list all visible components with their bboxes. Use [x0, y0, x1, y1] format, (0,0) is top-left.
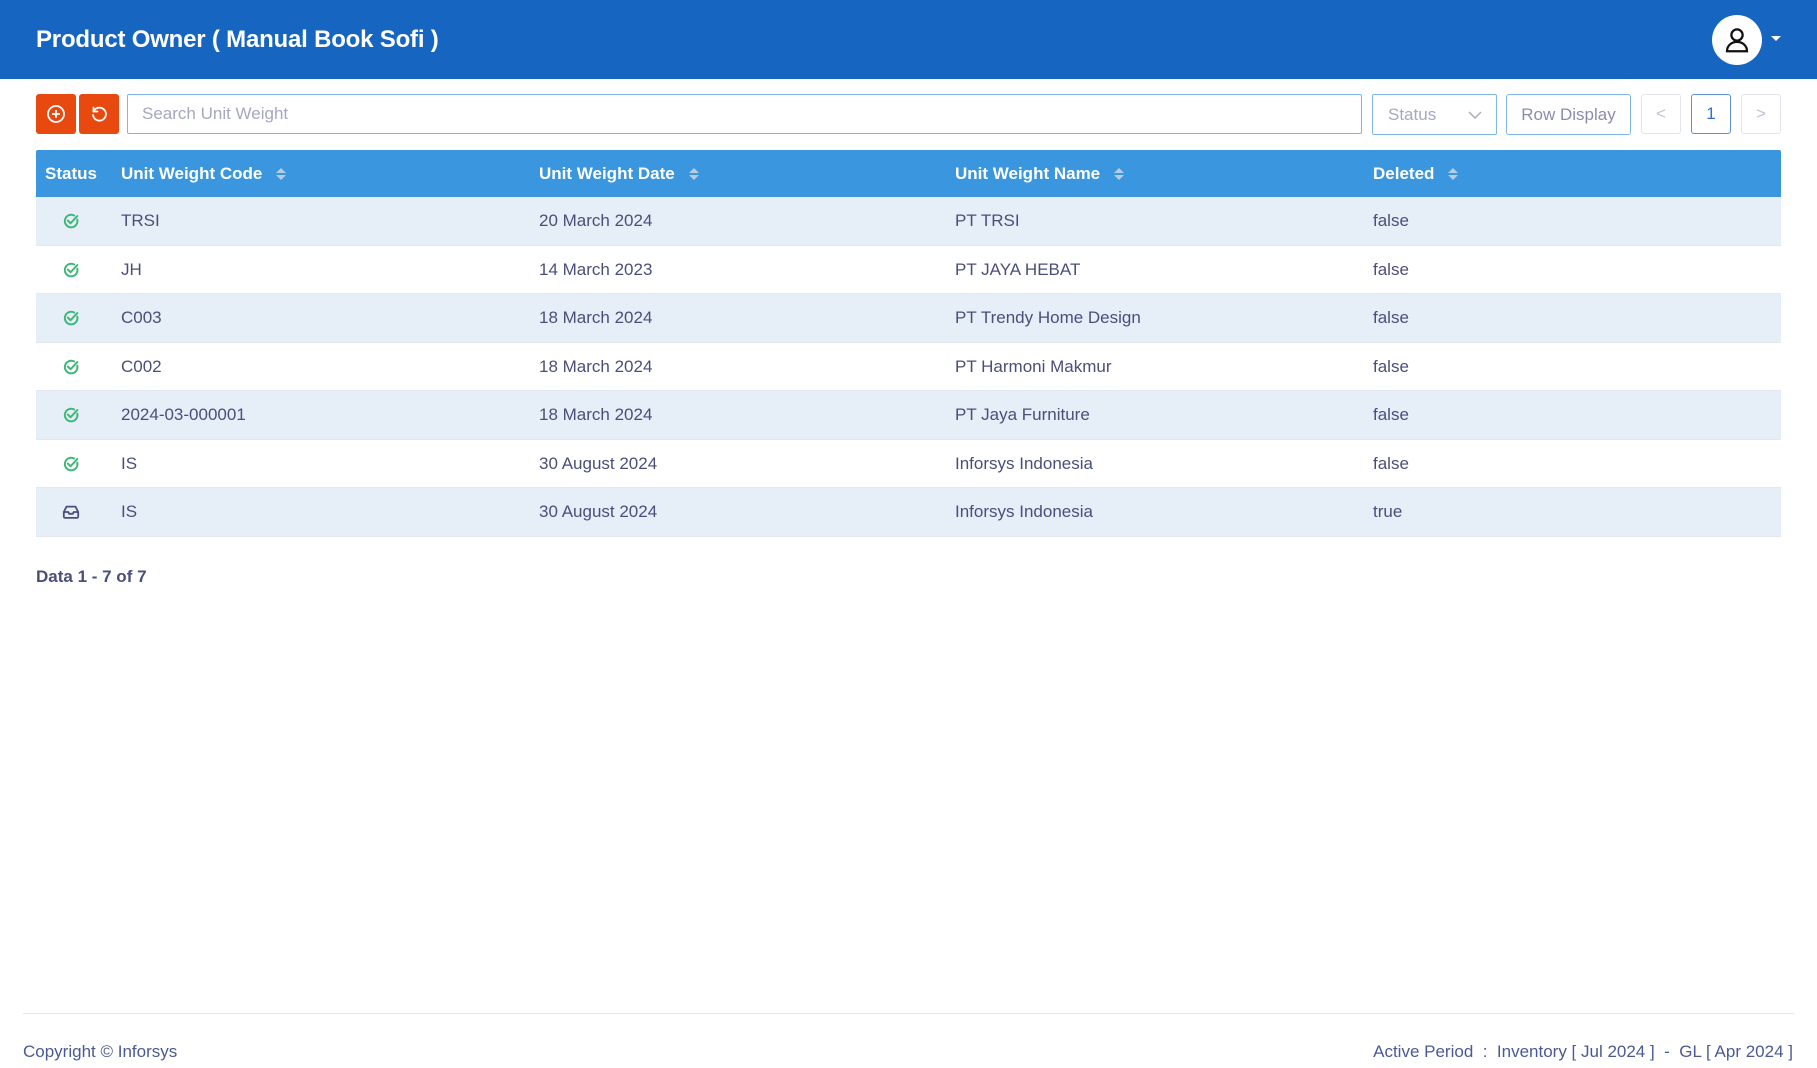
active-period-text: Active Period : Inventory [ Jul 2024 ] -… [1373, 1042, 1793, 1061]
user-avatar-button[interactable] [1712, 15, 1762, 65]
status-cell [36, 488, 106, 536]
table-row[interactable]: JH 14 March 2023 PT JAYA HEBAT false [36, 245, 1781, 294]
copyright-text: Copyright © Inforsys [23, 1042, 178, 1061]
table-header: Status Unit Weight Code Unit Weight Date… [36, 150, 1781, 197]
deleted-cell: false [1373, 356, 1409, 376]
code-cell: IS [121, 502, 138, 521]
date-cell: 18 March 2024 [539, 308, 653, 327]
table-row[interactable]: C003 18 March 2024 PT Trendy Home Design fa… [36, 294, 1781, 343]
status-filter-select[interactable]: Status [1372, 94, 1497, 135]
table-row[interactable]: IS 30 August 2024 Inforsys Indonesia false [36, 439, 1781, 488]
table-body: TRSI 20 March 2024 PT TRSI false JH 14 March … [36, 197, 1781, 537]
sort-icon[interactable] [1448, 167, 1459, 180]
sort-icon[interactable] [276, 167, 287, 180]
name-cell: PT Trendy Home Design [955, 308, 1141, 327]
table-row[interactable]: 2024-03-000001 18 March 2024 PT Jaya Furni… [36, 391, 1781, 440]
check-circle-icon [63, 213, 79, 229]
row-display-button[interactable]: Row Display [1506, 94, 1631, 135]
add-button[interactable] [36, 94, 76, 134]
status-cell [36, 197, 106, 245]
pagination-next-button[interactable]: > [1741, 94, 1781, 134]
column-header-name[interactable]: Unit Weight Name [955, 150, 1125, 197]
name-cell: PT JAYA HEBAT [955, 259, 1081, 279]
status-filter-label: Status [1388, 104, 1437, 124]
column-header-label: Unit Weight Name [955, 163, 1101, 183]
column-header-status: Status [45, 150, 97, 197]
name-cell: Inforsys Indonesia [955, 453, 1093, 473]
name-cell: PT Harmoni Makmur [955, 356, 1112, 376]
search-input[interactable] [127, 94, 1362, 134]
deleted-cell: false [1373, 405, 1409, 424]
status-cell [36, 440, 106, 488]
date-cell: 18 March 2024 [539, 356, 653, 376]
data-summary: Data 1 - 7 of 7 [36, 567, 147, 586]
user-icon [1725, 28, 1749, 53]
column-header-label: Status [45, 163, 97, 183]
name-cell: Inforsys Indonesia [955, 502, 1093, 521]
status-cell [36, 246, 106, 294]
deleted-cell: false [1373, 308, 1409, 327]
column-header-label: Unit Weight Date [539, 163, 675, 183]
code-cell: TRSI [121, 211, 160, 230]
date-cell: 20 March 2024 [539, 211, 653, 230]
footer-divider [23, 1013, 1794, 1014]
sort-icon[interactable] [688, 167, 699, 180]
caret-down-icon[interactable] [1771, 36, 1781, 41]
refresh-icon [92, 106, 107, 122]
status-cell [36, 294, 106, 342]
code-cell: C002 [121, 356, 162, 376]
deleted-cell: true [1373, 502, 1403, 521]
table-row[interactable]: IS 30 August 2024 Inforsys Indonesia true [36, 488, 1781, 537]
date-cell: 14 March 2023 [539, 259, 653, 279]
date-cell: 18 March 2024 [539, 405, 653, 424]
name-cell: PT TRSI [955, 211, 1020, 230]
plus-circle-icon [47, 105, 65, 123]
date-cell: 30 August 2024 [539, 453, 658, 473]
check-circle-icon [63, 407, 79, 423]
check-circle-icon [63, 262, 79, 277]
pagination-prev-button[interactable]: < [1641, 94, 1681, 134]
code-cell: C003 [121, 308, 162, 327]
status-cell [36, 391, 106, 439]
date-cell: 30 August 2024 [539, 502, 658, 521]
column-header-label: Deleted [1373, 163, 1435, 183]
code-cell: JH [121, 259, 142, 279]
column-header-label: Unit Weight Code [121, 163, 263, 183]
toolbar: Status Row Display < 1 > [36, 94, 1781, 135]
sort-icon[interactable] [1114, 167, 1125, 180]
check-circle-icon [63, 359, 79, 374]
deleted-cell: false [1373, 259, 1409, 279]
chevron-down-icon [1468, 111, 1482, 119]
column-header-code[interactable]: Unit Weight Code [121, 150, 287, 197]
top-bar: Product Owner ( Manual Book Sofi ) [0, 0, 1817, 79]
column-header-deleted[interactable]: Deleted [1373, 150, 1459, 197]
status-cell [36, 343, 106, 391]
deleted-cell: false [1373, 211, 1409, 230]
name-cell: PT Jaya Furniture [955, 405, 1090, 424]
check-circle-icon [63, 456, 79, 471]
table-row[interactable]: C002 18 March 2024 PT Harmoni Makmur false [36, 342, 1781, 391]
code-cell: 2024-03-000001 [121, 405, 246, 424]
check-circle-icon [63, 310, 79, 326]
unit-weight-table: Status Unit Weight Code Unit Weight Date… [36, 150, 1781, 537]
column-header-date[interactable]: Unit Weight Date [539, 150, 699, 197]
refresh-button[interactable] [79, 94, 119, 134]
page-title: Product Owner ( Manual Book Sofi ) [36, 26, 439, 53]
inbox-icon [62, 505, 80, 519]
deleted-cell: false [1373, 453, 1409, 473]
table-row[interactable]: TRSI 20 March 2024 PT TRSI false [36, 197, 1781, 246]
pagination-page-button[interactable]: 1 [1691, 94, 1731, 134]
code-cell: IS [121, 453, 138, 473]
